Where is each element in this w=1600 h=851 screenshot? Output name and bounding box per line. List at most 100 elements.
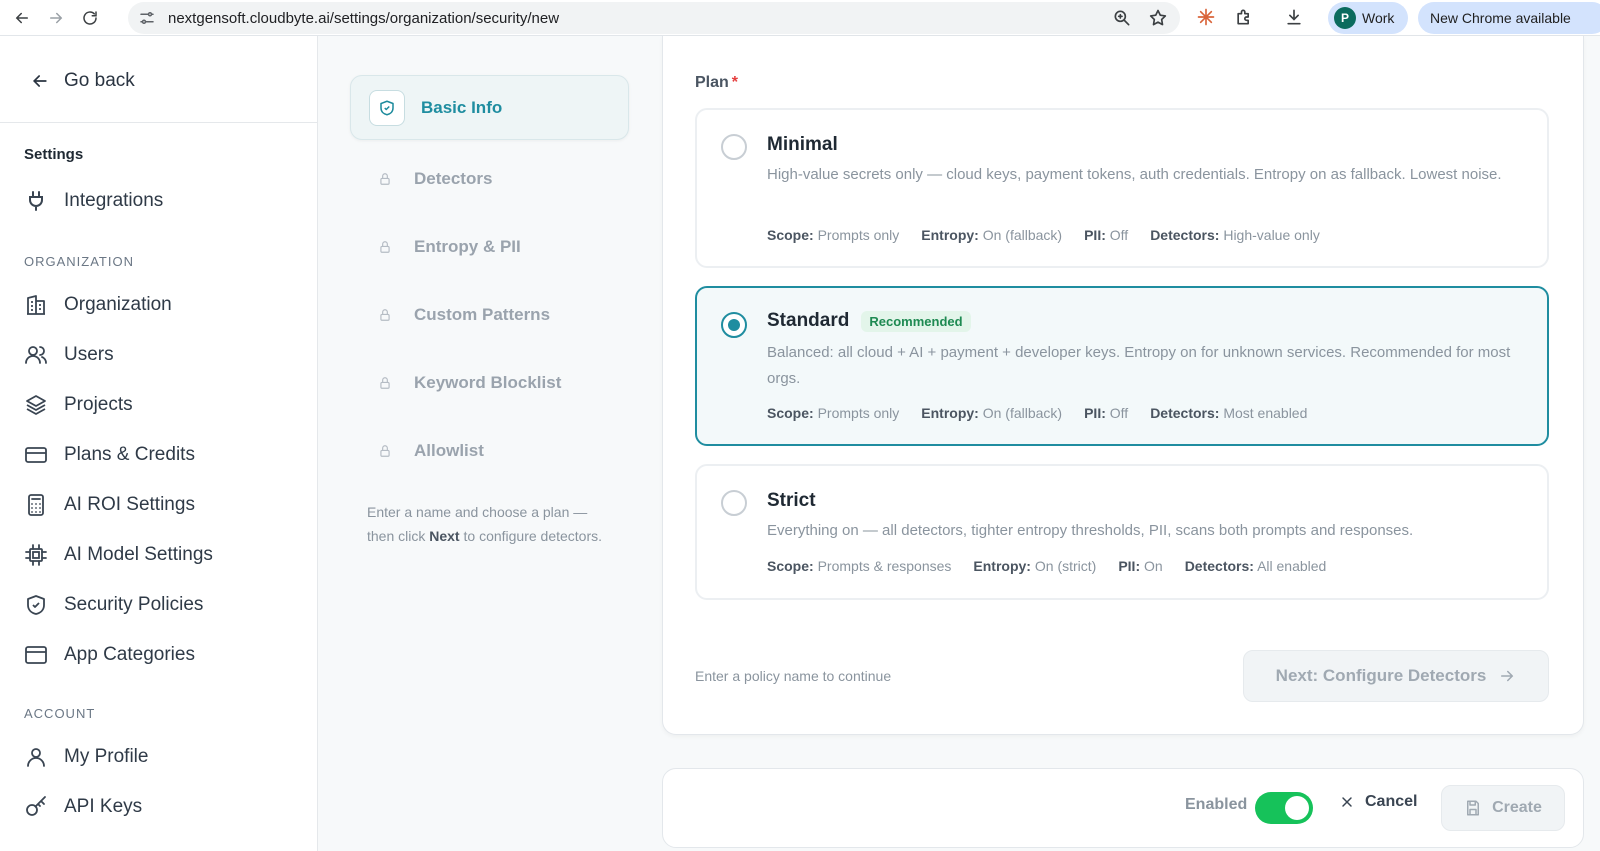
sidebar-item-app-categories[interactable]: App Categories bbox=[24, 643, 195, 667]
enabled-label: Enabled bbox=[1185, 796, 1248, 813]
browser-toolbar: nextgensoft.cloudbyte.ai/settings/organi… bbox=[0, 0, 1600, 36]
building-icon bbox=[27, 295, 45, 315]
sidebar-item-label: Users bbox=[64, 344, 114, 365]
recommended-badge: Recommended bbox=[861, 310, 971, 332]
plan-radio-minimal[interactable] bbox=[721, 134, 747, 160]
cancel-button[interactable]: Cancel bbox=[1339, 793, 1417, 811]
plan-title: Minimal bbox=[767, 134, 838, 155]
next-configure-detectors-button[interactable]: Next: Configure Detectors bbox=[1243, 650, 1549, 702]
sidebar-item-label: Projects bbox=[64, 394, 133, 415]
organization-section-heading: ORGANIZATION bbox=[24, 254, 134, 269]
zoom-icon[interactable] bbox=[1112, 8, 1132, 28]
go-back-label: Go back bbox=[64, 70, 135, 91]
calculator-icon bbox=[28, 494, 44, 516]
continue-hint: Enter a policy name to continue bbox=[695, 668, 892, 684]
address-bar[interactable]: nextgensoft.cloudbyte.ai/settings/organi… bbox=[128, 2, 1180, 34]
sidebar-item-my-profile[interactable]: My Profile bbox=[24, 745, 148, 769]
settings-heading: Settings bbox=[24, 146, 84, 163]
plan-meta: Scope: Prompts & responses Entropy: On (… bbox=[767, 558, 1327, 574]
shield-icon bbox=[369, 89, 405, 126]
step-label: Custom Patterns bbox=[414, 305, 551, 324]
avatar: P bbox=[1334, 7, 1356, 29]
step-label: Basic Info bbox=[421, 97, 503, 117]
create-button[interactable]: Create bbox=[1441, 785, 1565, 831]
steps-hint: Enter a name and choose a plan — then cl… bbox=[367, 504, 603, 544]
sidebar-item-label: AI Model Settings bbox=[64, 544, 213, 565]
plan-description: Everything on — all detectors, tighter e… bbox=[767, 522, 1414, 539]
sidebar-item-label: My Profile bbox=[64, 746, 149, 767]
app-window-icon bbox=[25, 646, 47, 664]
sidebar-item-ai-model-settings[interactable]: AI Model Settings bbox=[24, 543, 213, 567]
download-icon[interactable] bbox=[1284, 7, 1304, 27]
close-icon bbox=[1342, 797, 1352, 807]
step-keyword-blocklist: Keyword Blocklist bbox=[378, 373, 561, 393]
back-arrow-icon[interactable] bbox=[10, 6, 34, 30]
key-icon bbox=[26, 796, 46, 816]
plan-radio-standard[interactable] bbox=[721, 312, 747, 338]
plan-title: Standard Recommended bbox=[767, 310, 971, 332]
cancel-label: Cancel bbox=[1365, 793, 1418, 810]
required-asterisk: * bbox=[731, 74, 739, 91]
plan-radio-strict[interactable] bbox=[721, 490, 747, 516]
plan-meta: Scope: Prompts only Entropy: On (fallbac… bbox=[767, 405, 1308, 421]
shield-check-icon bbox=[27, 595, 45, 615]
profile-button[interactable]: P Work bbox=[1328, 2, 1409, 34]
plan-meta: Scope: Prompts only Entropy: On (fallbac… bbox=[767, 227, 1320, 243]
step-label: Allowlist bbox=[414, 441, 484, 460]
plan-description: High-value secrets only — cloud keys, pa… bbox=[767, 166, 1502, 183]
plan-option-strict[interactable]: Strict Everything on — all detectors, ti… bbox=[695, 464, 1549, 600]
url-text[interactable]: nextgensoft.cloudbyte.ai/settings/organi… bbox=[168, 10, 559, 27]
settings-sidebar: Go back Settings Integrations ORGANIZATI… bbox=[0, 36, 318, 851]
user-icon bbox=[27, 748, 45, 767]
claude-extension-icon[interactable] bbox=[1196, 7, 1216, 27]
save-icon bbox=[1467, 800, 1480, 816]
sidebar-item-label: AI ROI Settings bbox=[64, 494, 195, 515]
step-detectors: Detectors bbox=[378, 169, 492, 189]
credit-card-icon bbox=[25, 447, 47, 463]
reload-icon[interactable] bbox=[78, 6, 102, 30]
sidebar-item-api-keys[interactable]: API Keys bbox=[24, 795, 142, 819]
sidebar-item-label: App Categories bbox=[64, 644, 195, 665]
lock-icon bbox=[380, 241, 390, 253]
lock-icon bbox=[380, 377, 390, 389]
bookmark-star-icon[interactable] bbox=[1148, 8, 1168, 28]
sidebar-item-projects[interactable]: Projects bbox=[24, 393, 133, 417]
sidebar-item-users[interactable]: Users bbox=[24, 343, 114, 367]
chrome-update-button[interactable]: New Chrome available bbox=[1418, 2, 1600, 34]
sidebar-item-organization[interactable]: Organization bbox=[24, 293, 172, 317]
sidebar-item-security-policies[interactable]: Security Policies bbox=[24, 593, 203, 617]
sidebar-item-label: API Keys bbox=[64, 796, 143, 817]
sidebar-item-label: Security Policies bbox=[64, 594, 204, 615]
cpu-icon bbox=[25, 544, 47, 566]
forward-arrow-icon[interactable] bbox=[44, 6, 68, 30]
plan-description: Balanced: all cloud + AI + payment + dev… bbox=[767, 344, 1511, 387]
plug-icon bbox=[29, 191, 43, 211]
account-section-heading: ACCOUNT bbox=[24, 706, 96, 721]
plan-option-standard[interactable]: Standard Recommended Balanced: all cloud … bbox=[695, 286, 1549, 446]
step-basic-info[interactable]: Basic Info bbox=[350, 75, 629, 140]
enabled-toggle[interactable] bbox=[1255, 792, 1313, 824]
step-custom-patterns: Custom Patterns bbox=[378, 305, 550, 325]
sidebar-item-label: Integrations bbox=[64, 190, 164, 211]
users-icon bbox=[25, 346, 47, 364]
sidebar-item-ai-roi-settings[interactable]: AI ROI Settings bbox=[24, 493, 195, 517]
go-back-link[interactable]: Go back bbox=[30, 70, 135, 92]
extensions-puzzle-icon[interactable] bbox=[1234, 7, 1254, 27]
profile-name: Work bbox=[1362, 10, 1395, 26]
sidebar-item-plans-credits[interactable]: Plans & Credits bbox=[24, 443, 195, 467]
plan-option-minimal[interactable]: Minimal High-value secrets only — cloud … bbox=[695, 108, 1549, 268]
step-label: Keyword Blocklist bbox=[414, 373, 562, 392]
arrow-right-icon bbox=[1501, 670, 1514, 682]
sidebar-divider bbox=[0, 122, 318, 123]
sidebar-item-label: Plans & Credits bbox=[64, 444, 195, 465]
lock-icon bbox=[380, 309, 390, 321]
hint-next-word: Next bbox=[429, 528, 460, 544]
site-settings-icon[interactable] bbox=[138, 9, 156, 27]
plan-title: Strict bbox=[767, 490, 816, 511]
step-label: Entropy & PII bbox=[414, 237, 521, 256]
layers-icon bbox=[26, 395, 46, 415]
action-bar: Enabled Cancel Create bbox=[662, 768, 1584, 848]
sidebar-item-integrations[interactable]: Integrations bbox=[24, 189, 163, 213]
plan-card: Plan * Minimal High-value secrets only — … bbox=[662, 36, 1584, 735]
lock-icon bbox=[380, 173, 390, 185]
